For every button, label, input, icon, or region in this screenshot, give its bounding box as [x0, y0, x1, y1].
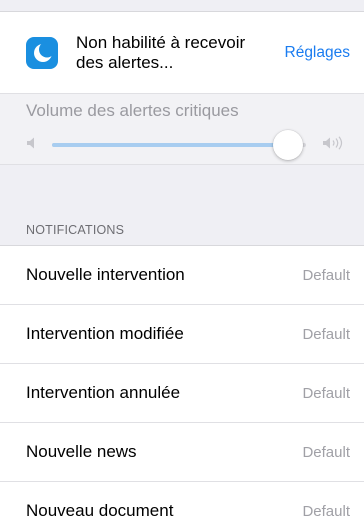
critical-alerts-volume: Volume des alertes critiques [0, 94, 364, 164]
volume-slider-fill [52, 143, 289, 147]
list-item-label: Intervention modifiée [26, 324, 184, 343]
settings-link[interactable]: Réglages [285, 44, 351, 62]
list-item-label: Intervention annulée [26, 383, 181, 402]
list-item-label: Nouvelle intervention [26, 265, 185, 284]
list-item-label: Nouveau document [26, 501, 174, 520]
list-item-value: Default [302, 384, 350, 402]
volume-label: Volume des alertes critiques [26, 101, 239, 120]
volume-slider-knob[interactable] [273, 130, 304, 160]
list-item[interactable]: Nouveau document Default [0, 482, 364, 526]
moon-icon [26, 36, 58, 69]
list-item[interactable]: Nouvelle news Default [0, 423, 364, 482]
volume-row [26, 128, 346, 162]
notifications-list: Nouvelle intervention Default Interventi… [0, 246, 364, 526]
top-band [0, 0, 364, 12]
list-item-label: Nouvelle news [26, 442, 137, 461]
list-item[interactable]: Nouvelle intervention Default [0, 246, 364, 305]
list-item[interactable]: Intervention modifiée Default [0, 305, 364, 364]
alert-message: Non habilité à recevoir des alertes... [76, 32, 246, 72]
list-item-value: Default [302, 266, 350, 284]
section-gap [0, 164, 364, 206]
speaker-high-icon [322, 135, 346, 155]
list-item-value: Default [302, 502, 350, 520]
list-item[interactable]: Intervention annulée Default [0, 364, 364, 423]
list-item-value: Default [302, 443, 350, 461]
volume-slider[interactable] [52, 130, 306, 160]
list-item-value: Default [302, 325, 350, 343]
speaker-low-icon [26, 136, 38, 155]
notifications-header: NOTIFICATIONS [0, 206, 364, 246]
alert-banner: Non habilité à recevoir des alertes... R… [0, 12, 364, 94]
